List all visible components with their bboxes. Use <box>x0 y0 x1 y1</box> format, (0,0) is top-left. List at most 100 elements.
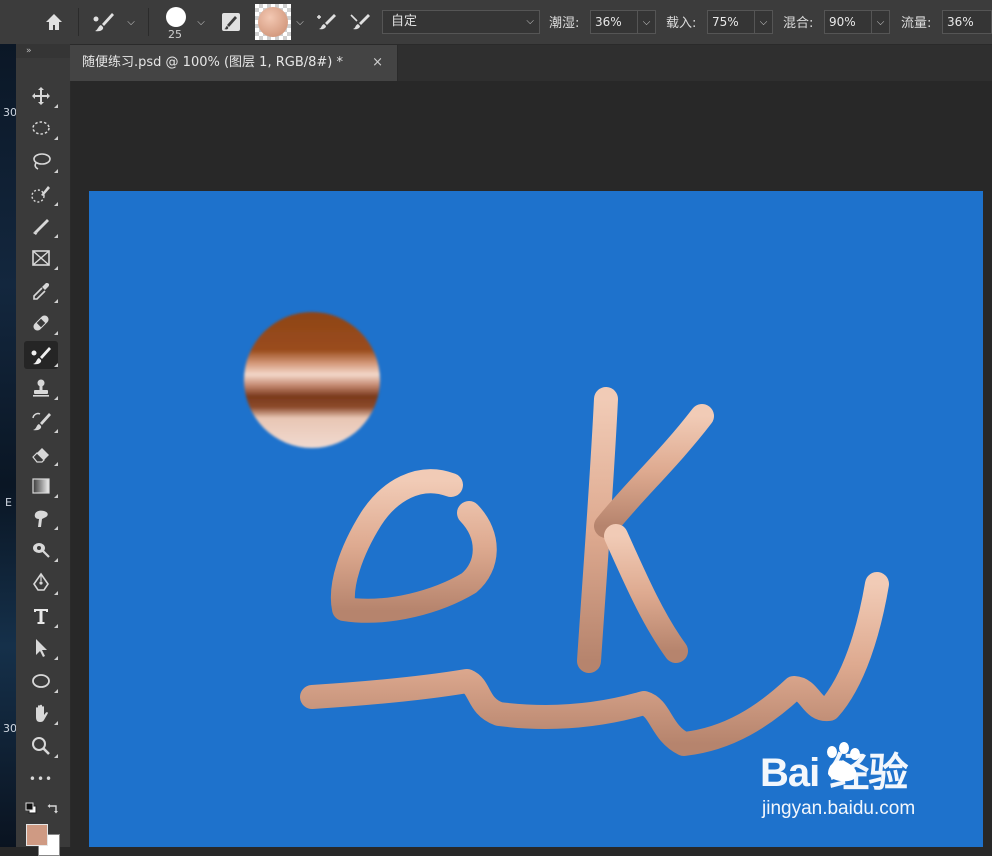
watermark-url: jingyan.baidu.com <box>762 798 916 819</box>
chevron-down-icon: ⌵ <box>642 16 651 28</box>
brush-preset-picker[interactable] <box>163 5 189 29</box>
stroke-k-leg <box>604 524 688 663</box>
stamp-icon <box>33 379 49 397</box>
bandage-icon <box>33 315 49 331</box>
tool-quick-selection[interactable] <box>24 180 58 208</box>
tool-eraser[interactable] <box>24 440 58 468</box>
wet-input[interactable]: 36% <box>590 10 638 34</box>
pen-icon <box>33 572 49 591</box>
home-icon <box>46 14 62 30</box>
foreground-color-swatch[interactable] <box>26 824 48 846</box>
baidu-jingyan-watermark: Bai 经验 jingyan.baidu.com <box>760 740 990 830</box>
tool-type[interactable] <box>24 602 58 630</box>
tool-clone-stamp[interactable] <box>24 374 58 402</box>
tool-lasso[interactable] <box>24 147 58 175</box>
zoom-icon <box>32 737 50 755</box>
brush-settings-icon <box>222 13 240 31</box>
edit-toolbar-button[interactable]: ••• <box>24 765 58 793</box>
swap-colors-button[interactable] <box>46 801 60 815</box>
history-brush-icon <box>32 412 51 431</box>
load-label: 载入: <box>666 16 697 31</box>
eyedropper-icon <box>33 283 50 300</box>
load-dropdown[interactable]: ⌵ <box>755 10 773 34</box>
options-bar: ⌵ 25 ⌵ ⌵ 自定 ⌵ 潮湿: 36% ⌵ 载入: 75% ⌵ 混合: 90… <box>0 0 992 45</box>
brush-preset-caret[interactable]: ⌵ <box>194 14 208 30</box>
default-colors-button[interactable] <box>24 801 38 815</box>
tool-path-selection[interactable] <box>24 634 58 662</box>
load-swatch-caret[interactable]: ⌵ <box>294 14 306 30</box>
tools-panel: » ••• <box>16 44 71 856</box>
load-input[interactable]: 75% <box>707 10 755 34</box>
tool-ellipse[interactable] <box>24 667 58 695</box>
mixer-preset-value: 自定 <box>391 14 418 29</box>
paint-sample-ball <box>244 312 380 448</box>
tool-slice[interactable] <box>24 212 58 240</box>
hand-icon <box>36 704 48 722</box>
swap-arrows-icon <box>47 804 58 814</box>
flow-label: 流量: <box>901 16 932 31</box>
tool-move[interactable] <box>24 82 58 110</box>
document-tab[interactable]: 随便练习.psd @ 100% (图层 1, RGB/8#) * × <box>70 45 398 81</box>
load-brush-after-stroke-button[interactable] <box>312 10 340 34</box>
tool-hand[interactable] <box>24 699 58 727</box>
stroke-k-arm <box>594 404 714 538</box>
watermark-brand: Bai 经验 <box>760 751 908 795</box>
tool-preset-picker[interactable] <box>88 8 120 36</box>
mixer-brush-icon <box>31 347 51 365</box>
close-icon[interactable]: × <box>372 45 383 81</box>
brush-strokes <box>300 387 889 756</box>
flow-input[interactable]: 36% <box>942 10 992 34</box>
home-button[interactable] <box>38 8 70 36</box>
tools-collapse-button[interactable]: » <box>16 44 70 58</box>
desktop-text-2: E <box>5 496 12 509</box>
quick-selection-icon <box>31 186 50 203</box>
dodge-icon <box>33 543 50 558</box>
stroke-loop <box>330 469 497 623</box>
current-brush-load-swatch[interactable] <box>255 4 291 40</box>
ellipse-marquee-icon <box>32 121 50 135</box>
load-brush-icon <box>317 14 336 30</box>
default-colors-icon <box>25 802 37 814</box>
smudge-finger-icon <box>34 510 48 527</box>
chevron-down-icon: ⌵ <box>526 16 534 27</box>
wet-dropdown[interactable]: ⌵ <box>638 10 656 34</box>
mix-dropdown[interactable]: ⌵ <box>872 10 890 34</box>
document-tab-title: 随便练习.psd @ 100% (图层 1, RGB/8#) * <box>82 55 343 70</box>
clean-brush-icon <box>350 14 370 30</box>
clean-brush-after-stroke-button[interactable] <box>346 10 374 34</box>
type-icon <box>34 609 48 624</box>
tool-eyedropper[interactable] <box>24 277 58 305</box>
desktop-text-1: 30 <box>3 106 17 119</box>
brush-size: 25 <box>168 28 182 41</box>
tool-healing-brush[interactable] <box>24 309 58 337</box>
tool-pen[interactable] <box>24 569 58 597</box>
tool-gradient[interactable] <box>24 472 58 500</box>
tool-marquee[interactable] <box>24 114 58 142</box>
chevron-down-icon: ⌵ <box>876 16 885 28</box>
mixer-preset-select[interactable]: 自定 ⌵ <box>382 10 540 34</box>
tool-zoom[interactable] <box>24 732 58 760</box>
frame-icon <box>32 250 50 266</box>
slice-knife-icon <box>33 219 49 235</box>
wet-label: 潮湿: <box>549 16 580 31</box>
tool-dodge[interactable] <box>24 536 58 564</box>
mixer-brush-icon <box>93 13 114 32</box>
ellipse-shape-icon <box>32 674 50 688</box>
move-icon <box>32 87 50 105</box>
chevron-down-icon: ⌵ <box>759 16 768 28</box>
mix-label: 混合: <box>783 16 814 31</box>
desktop-background-edge: 30 E 30 <box>0 44 17 847</box>
tool-smudge[interactable] <box>24 504 58 532</box>
tool-history-brush[interactable] <box>24 407 58 435</box>
brush-tip-icon <box>166 7 186 27</box>
gradient-icon <box>32 478 50 494</box>
lasso-icon <box>33 153 51 170</box>
desktop-text-3: 30 <box>3 722 17 735</box>
mix-input[interactable]: 90% <box>824 10 872 34</box>
arrow-cursor-icon <box>36 639 47 657</box>
tool-preset-caret[interactable]: ⌵ <box>124 14 138 30</box>
eraser-icon <box>32 448 49 463</box>
tool-frame[interactable] <box>24 244 58 272</box>
tool-mixer-brush[interactable] <box>24 341 58 369</box>
brush-settings-button[interactable] <box>218 10 244 34</box>
